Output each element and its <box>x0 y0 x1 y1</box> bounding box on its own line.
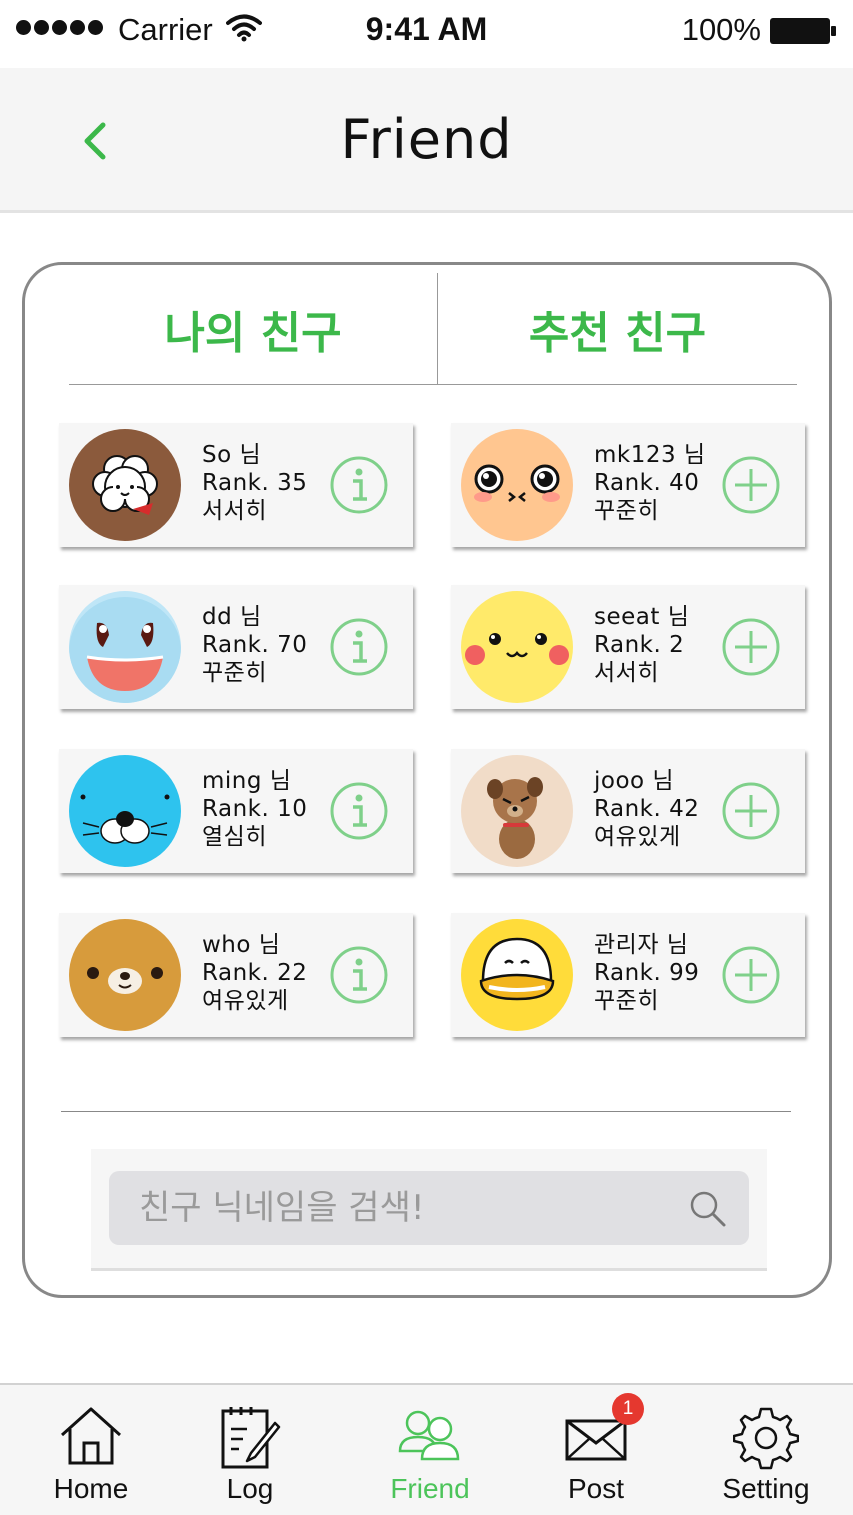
navigation-bar: Friend <box>0 68 853 213</box>
recommended-friend-card[interactable]: seeat 님 Rank. 2 서서히 <box>451 585 805 709</box>
search-field <box>109 1171 749 1245</box>
brown-bear-avatar <box>69 919 181 1031</box>
friend-status: 여유있게 <box>202 988 289 1014</box>
bottom-tab-bar: Home Log Friend 1 Post Setting <box>0 1383 853 1515</box>
friend-rank: Rank. 35 <box>202 470 308 496</box>
tab-label: Home <box>53 1473 129 1504</box>
friend-name: mk123 님 <box>594 442 706 468</box>
friend-rank: Rank. 99 <box>594 960 700 986</box>
friend-name: So 님 <box>202 442 262 468</box>
page-title: Friend <box>340 108 513 171</box>
notification-badge: 1 <box>612 1393 644 1425</box>
tab-my-friends[interactable]: 나의 친구 <box>69 273 437 384</box>
friend-name: jooo 님 <box>594 768 675 794</box>
friend-name: ming 님 <box>202 768 292 794</box>
friend-info: jooo 님 Rank. 42 여유있게 <box>594 767 699 851</box>
friend-rank: Rank. 10 <box>202 796 308 822</box>
friend-status: 꾸준히 <box>202 660 267 686</box>
add-friend-icon[interactable] <box>721 781 781 841</box>
divider <box>61 1111 791 1112</box>
tab-label: Friend <box>390 1473 470 1504</box>
friend-name: who 님 <box>202 932 281 958</box>
brown-dog-avatar <box>461 755 573 867</box>
friend-status: 열심히 <box>202 824 267 850</box>
tab-home[interactable]: Home <box>21 1385 161 1515</box>
tab-friend[interactable]: Friend <box>360 1385 500 1515</box>
my-friend-card[interactable]: who 님 Rank. 22 여유있게 <box>59 913 413 1037</box>
search-bar <box>91 1149 767 1271</box>
info-icon[interactable] <box>329 945 389 1005</box>
friend-status: 꾸준히 <box>594 498 659 524</box>
my-friend-card[interactable]: dd 님 Rank. 70 꾸준히 <box>59 585 413 709</box>
friend-rank: Rank. 22 <box>202 960 308 986</box>
log-icon <box>221 1407 281 1469</box>
friends-panel: 나의 친구 추천 친구 So 님 Rank. 35 서서히 dd 님 Rank.… <box>22 262 832 1298</box>
friend-info: dd 님 Rank. 70 꾸준히 <box>202 603 307 687</box>
add-friend-icon[interactable] <box>721 617 781 677</box>
friend-info: mk123 님 Rank. 40 꾸준히 <box>594 441 706 525</box>
tab-recommended-friends[interactable]: 추천 친구 <box>437 273 797 384</box>
recommended-friend-card[interactable]: jooo 님 Rank. 42 여유있게 <box>451 749 805 873</box>
friend-rank: Rank. 42 <box>594 796 700 822</box>
friend-rank: Rank. 70 <box>202 632 308 658</box>
status-bar: Carrier 9:41 AM 100% <box>0 0 853 66</box>
friend-status: 서서히 <box>594 660 659 686</box>
tab-label: Post <box>567 1473 625 1504</box>
friend-name: 관리자 님 <box>594 932 689 958</box>
friends-icon <box>398 1410 460 1461</box>
friend-name: seeat 님 <box>594 604 690 630</box>
my-friend-card[interactable]: So 님 Rank. 35 서서히 <box>59 423 413 547</box>
friend-status: 여유있게 <box>594 824 681 850</box>
friend-name: dd 님 <box>202 604 262 630</box>
friend-info: So 님 Rank. 35 서서히 <box>202 441 307 525</box>
add-friend-icon[interactable] <box>721 945 781 1005</box>
yellow-face-avatar <box>461 591 573 703</box>
friend-tabs: 나의 친구 추천 친구 <box>69 273 797 385</box>
tab-label: Setting <box>722 1473 810 1504</box>
info-icon[interactable] <box>329 617 389 677</box>
yellow-duck-avatar <box>461 919 573 1031</box>
search-input[interactable] <box>139 1171 679 1245</box>
friend-info: ming 님 Rank. 10 열심히 <box>202 767 307 851</box>
battery-percentage: 100% <box>681 12 761 47</box>
friend-info: who 님 Rank. 22 여유있게 <box>202 931 307 1015</box>
tab-log[interactable]: Log <box>180 1385 320 1515</box>
recommended-friend-card[interactable]: mk123 님 Rank. 40 꾸준히 <box>451 423 805 547</box>
tab-label: Log <box>226 1473 274 1504</box>
tab-setting[interactable]: Setting <box>696 1385 836 1515</box>
friend-status: 꾸준히 <box>594 988 659 1014</box>
blue-seal-avatar <box>69 755 181 867</box>
friend-rank: Rank. 40 <box>594 470 700 496</box>
tab-post[interactable]: 1 Post <box>526 1385 666 1515</box>
battery-icon <box>770 18 836 44</box>
friend-status: 서서히 <box>202 498 267 524</box>
my-friend-card[interactable]: ming 님 Rank. 10 열심히 <box>59 749 413 873</box>
recommended-friend-card[interactable]: 관리자 님 Rank. 99 꾸준히 <box>451 913 805 1037</box>
blue-turtle-avatar <box>69 591 181 703</box>
friend-info: 관리자 님 Rank. 99 꾸준히 <box>594 931 699 1015</box>
search-icon[interactable] <box>689 1190 727 1228</box>
add-friend-icon[interactable] <box>721 455 781 515</box>
gear-icon <box>733 1407 799 1470</box>
info-icon[interactable] <box>329 455 389 515</box>
friend-rank: Rank. 2 <box>594 632 685 658</box>
home-icon <box>60 1407 122 1465</box>
friend-info: seeat 님 Rank. 2 서서히 <box>594 603 689 687</box>
peach-face-avatar <box>461 429 573 541</box>
info-icon[interactable] <box>329 781 389 841</box>
white-bunny-avatar <box>69 429 181 541</box>
